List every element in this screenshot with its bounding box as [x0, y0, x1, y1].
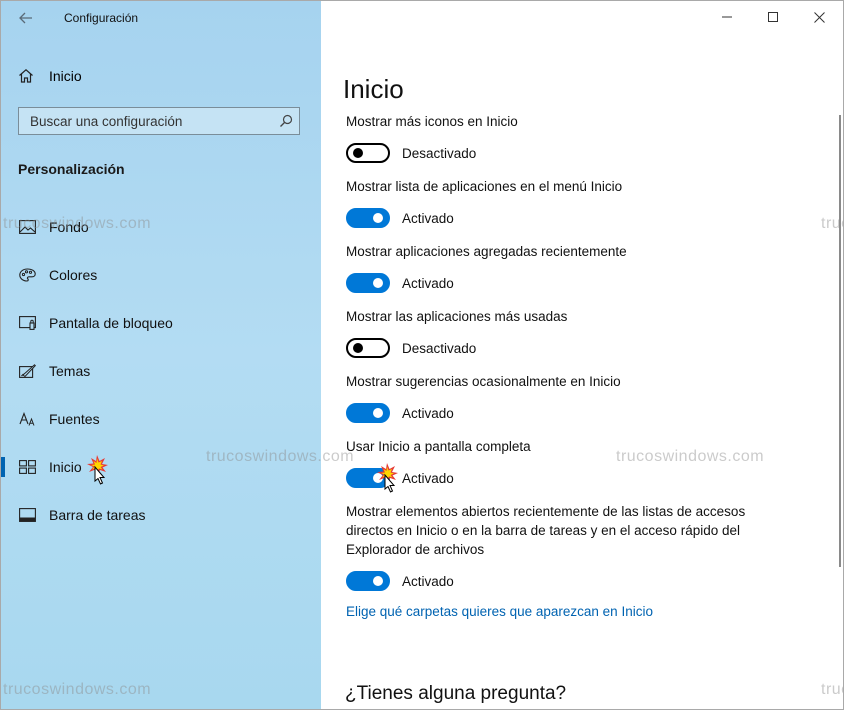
toggle-state-label: Desactivado — [402, 145, 477, 161]
toggle-state-label: Activado — [402, 275, 454, 291]
minimize-button[interactable] — [704, 1, 750, 33]
toggle-switch[interactable] — [346, 468, 390, 488]
toggle-knob — [373, 576, 383, 586]
sidebar-item-barra-de-tareas[interactable]: Barra de tareas — [1, 491, 321, 539]
sidebar-item-inicio[interactable]: Inicio — [1, 443, 321, 491]
main-content: Inicio Mostrar más iconos en Inicio Desa… — [321, 1, 843, 709]
setting-agregadas-recientemente: Mostrar aplicaciones agregadas recientem… — [346, 242, 766, 294]
section-title: Personalización — [18, 161, 125, 177]
search-box[interactable] — [18, 107, 300, 135]
toggle-knob — [373, 408, 383, 418]
themes-icon — [18, 363, 36, 379]
back-button[interactable] — [13, 7, 39, 29]
selection-indicator — [1, 457, 5, 477]
scrollbar[interactable] — [839, 115, 841, 567]
sidebar-item-fuentes[interactable]: Fuentes — [1, 395, 321, 443]
toggle-state-label: Activado — [402, 405, 454, 421]
sidebar-home-label: Inicio — [49, 68, 82, 84]
close-button[interactable] — [796, 1, 842, 33]
setting-label: Mostrar elementos abiertos recientemente… — [346, 504, 746, 557]
toggle-knob — [373, 278, 383, 288]
toggle-knob — [373, 213, 383, 223]
setting-label: Mostrar más iconos en Inicio — [346, 114, 518, 129]
toggle-state-label: Activado — [402, 210, 454, 226]
setting-label: Mostrar lista de aplicaciones en el menú… — [346, 179, 623, 194]
home-icon — [13, 68, 39, 84]
picture-icon — [18, 219, 36, 235]
sidebar-item-label: Pantalla de bloqueo — [49, 315, 173, 331]
setting-label: Usar Inicio a pantalla completa — [346, 439, 531, 454]
toggle-switch[interactable] — [346, 338, 390, 358]
sidebar-item-label: Barra de tareas — [49, 507, 146, 523]
sidebar-item-colores[interactable]: Colores — [1, 251, 321, 299]
setting-mas-usadas: Mostrar las aplicaciones más usadas Desa… — [346, 307, 766, 359]
toggle-switch[interactable] — [346, 273, 390, 293]
toggle-state-label: Activado — [402, 573, 454, 589]
palette-icon — [18, 267, 36, 283]
maximize-button[interactable] — [750, 1, 796, 33]
search-icon[interactable] — [279, 114, 293, 128]
sidebar-item-pantalla-de-bloqueo[interactable]: Pantalla de bloqueo — [1, 299, 321, 347]
taskbar-icon — [18, 507, 36, 523]
setting-label: Mostrar aplicaciones agregadas recientem… — [346, 244, 627, 259]
window-title: Configuración — [64, 11, 139, 25]
setting-mas-iconos: Mostrar más iconos en Inicio Desactivado — [346, 112, 766, 164]
setting-pantalla-completa: Usar Inicio a pantalla completa Activado — [346, 437, 766, 489]
setting-lista-aplicaciones: Mostrar lista de aplicaciones en el menú… — [346, 177, 766, 229]
back-arrow-icon — [19, 12, 32, 24]
close-icon — [813, 11, 825, 23]
sidebar-home-link[interactable]: Inicio — [13, 63, 82, 89]
toggle-knob — [373, 473, 383, 483]
toggle-state-label: Activado — [402, 470, 454, 486]
sidebar-nav: Fondo Colores Pantalla de bloqueo Temas — [1, 203, 321, 539]
sidebar-item-label: Fondo — [49, 219, 89, 235]
page-title: Inicio — [343, 74, 404, 105]
toggle-switch[interactable] — [346, 403, 390, 423]
setting-label: Mostrar las aplicaciones más usadas — [346, 309, 568, 324]
toggle-knob — [353, 343, 363, 353]
maximize-icon — [768, 12, 778, 22]
setting-elementos-recientes: Mostrar elementos abiertos recientemente… — [346, 502, 766, 592]
setting-sugerencias: Mostrar sugerencias ocasionalmente en In… — [346, 372, 766, 424]
sidebar-item-label: Colores — [49, 267, 98, 283]
sidebar-item-label: Temas — [49, 363, 91, 379]
sidebar-item-fondo[interactable]: Fondo — [1, 203, 321, 251]
sidebar-item-temas[interactable]: Temas — [1, 347, 321, 395]
search-input[interactable] — [19, 108, 280, 134]
sidebar: Configuración Inicio Personalización Fon… — [1, 1, 321, 709]
lock-screen-icon — [18, 315, 36, 331]
start-icon — [18, 459, 36, 475]
sidebar-item-label: Inicio — [49, 459, 82, 475]
questions-heading: ¿Tienes alguna pregunta? — [345, 683, 567, 704]
toggle-state-label: Desactivado — [402, 340, 477, 356]
setting-label: Mostrar sugerencias ocasionalmente en In… — [346, 374, 621, 389]
choose-folders-link[interactable]: Elige qué carpetas quieres que aparezcan… — [346, 604, 653, 619]
toggle-switch[interactable] — [346, 571, 390, 591]
toggle-switch[interactable] — [346, 143, 390, 163]
toggle-switch[interactable] — [346, 208, 390, 228]
minimize-icon — [722, 16, 732, 18]
toggle-knob — [353, 148, 363, 158]
fonts-icon — [18, 411, 36, 427]
sidebar-item-label: Fuentes — [49, 411, 100, 427]
settings-window: Configuración Inicio Personalización Fon… — [0, 0, 844, 710]
